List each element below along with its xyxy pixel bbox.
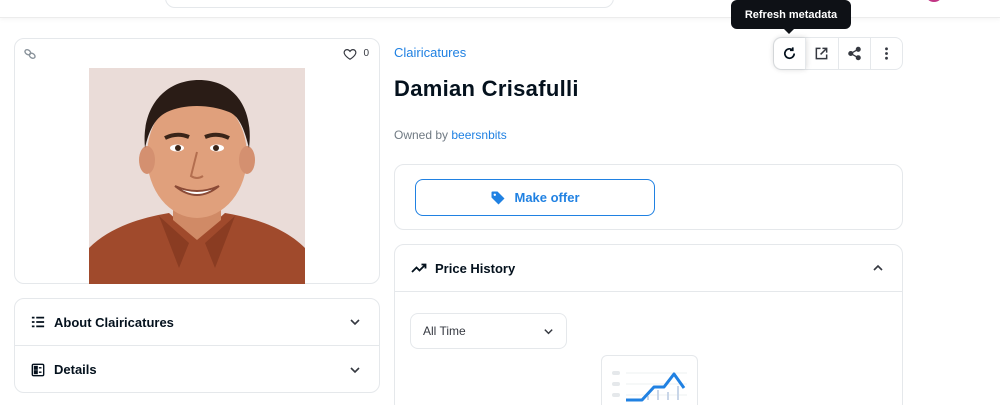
about-collection-toggle[interactable]: About Clairicatures (15, 299, 379, 346)
more-vertical-icon (884, 47, 888, 60)
search-input[interactable] (165, 0, 614, 8)
collection-link[interactable]: Clairicatures (394, 45, 466, 60)
profile-avatar[interactable] (925, 0, 943, 2)
refresh-button[interactable] (774, 38, 807, 69)
tag-icon (491, 191, 505, 204)
external-link-icon (815, 47, 828, 60)
time-range-value: All Time (423, 324, 466, 338)
owner-line: Owned by beersnbits (394, 128, 507, 142)
tooltip-arrow (783, 28, 795, 34)
chevron-down-icon (350, 366, 360, 373)
heart-icon[interactable] (343, 47, 357, 61)
price-history-toggle[interactable]: Price History (395, 245, 902, 292)
open-external-button[interactable] (806, 38, 839, 69)
details-icon (31, 363, 45, 376)
description-list-icon (31, 316, 45, 328)
info-accordion: About Clairicatures Details (14, 298, 380, 393)
chevron-down-icon (544, 328, 553, 334)
share-button[interactable] (839, 38, 871, 69)
about-collection-label: About Clairicatures (54, 314, 174, 330)
details-label: Details (54, 362, 97, 377)
make-offer-label: Make offer (514, 190, 580, 205)
chevron-up-icon (873, 264, 883, 271)
share-icon (847, 46, 861, 61)
media-header: 0 (15, 39, 379, 69)
chain-link-icon[interactable] (23, 47, 37, 61)
chevron-down-icon (350, 319, 360, 326)
refresh-icon (784, 47, 796, 60)
time-range-select[interactable]: All Time (410, 313, 567, 349)
more-options-button[interactable] (871, 38, 902, 69)
price-history-title: Price History (435, 260, 516, 276)
owned-by-label: Owned by (394, 128, 449, 142)
empty-chart-illustration (601, 355, 698, 405)
chart-placeholder-icon (612, 371, 687, 402)
offer-card: Make offer (394, 164, 903, 230)
nft-title: Damian Crisafulli (394, 76, 579, 101)
media-card: 0 (14, 38, 380, 284)
portrait-illustration (89, 68, 305, 284)
action-button-group (773, 37, 903, 70)
refresh-tooltip: Refresh metadata (731, 0, 851, 29)
details-toggle[interactable]: Details (15, 346, 379, 393)
price-history-card: Price History All Time (394, 244, 903, 405)
nft-image[interactable] (89, 68, 305, 284)
make-offer-button[interactable]: Make offer (415, 179, 655, 216)
trending-icon (411, 263, 427, 273)
favorite-count: 0 (363, 48, 369, 59)
owner-link[interactable]: beersnbits (451, 128, 506, 142)
